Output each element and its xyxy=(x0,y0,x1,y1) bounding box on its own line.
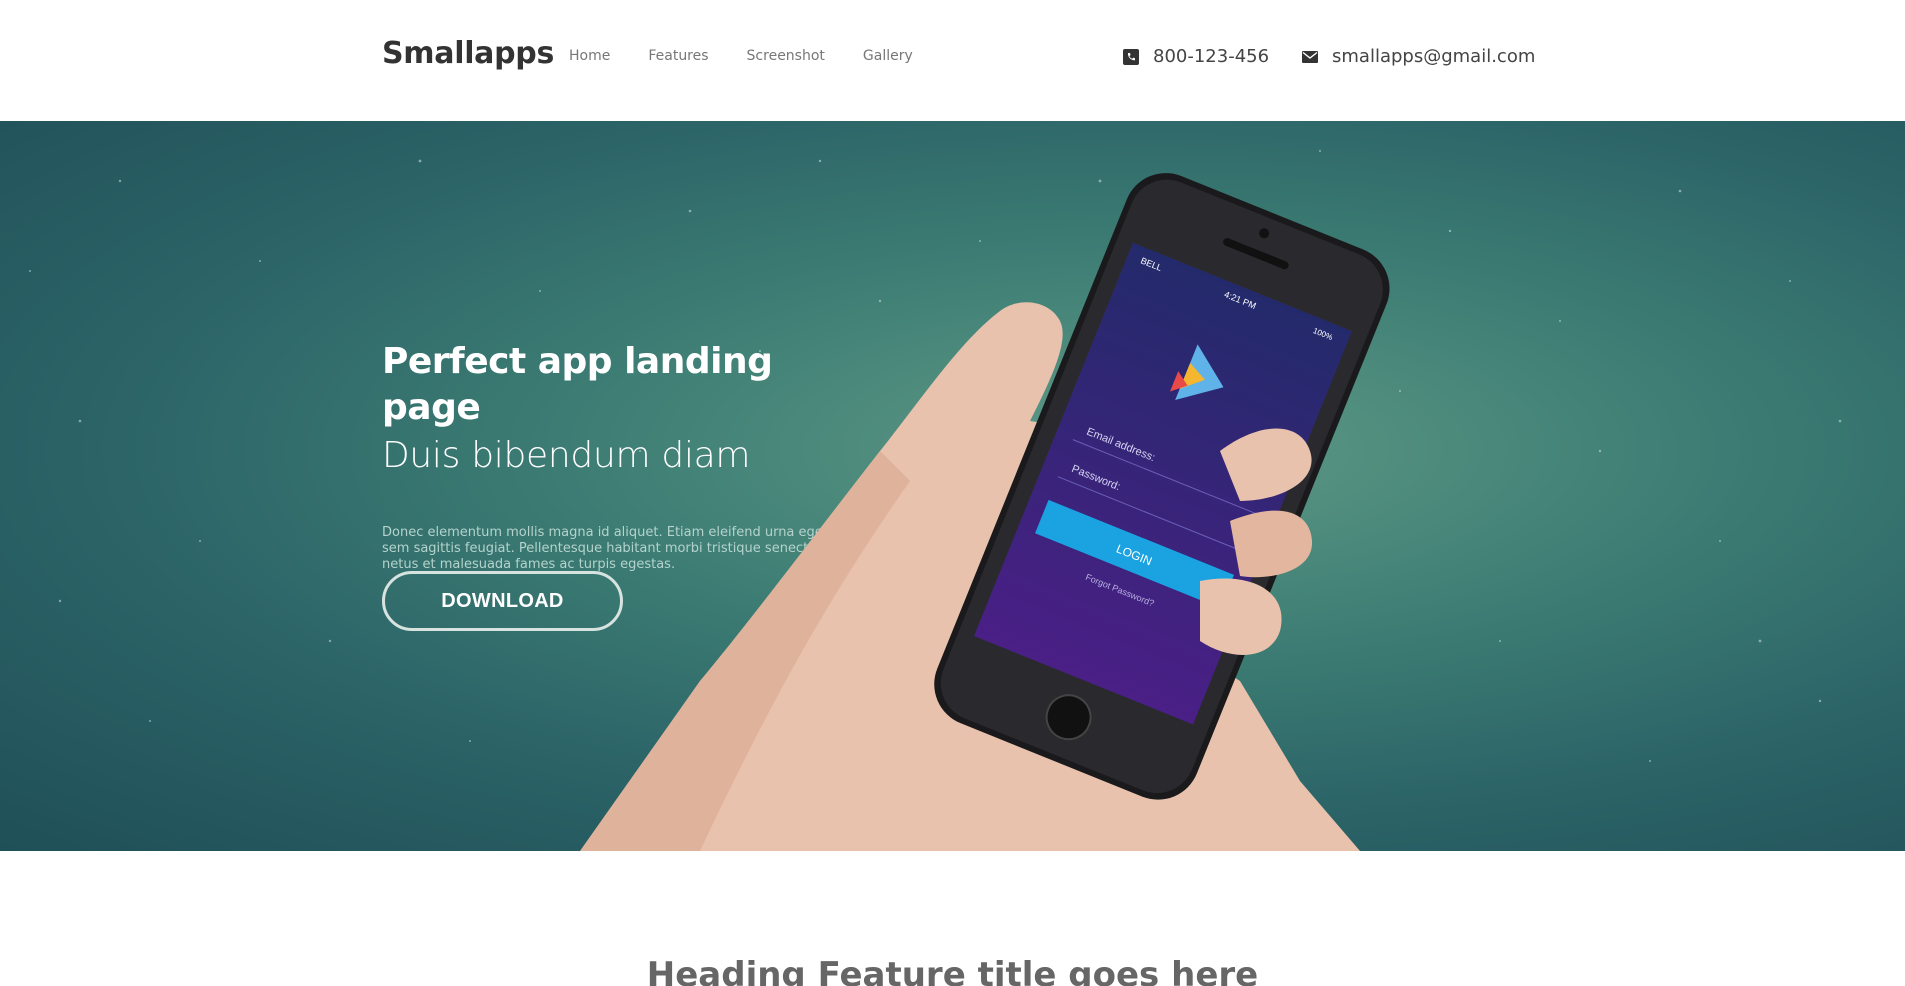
contact-email: smallapps@gmail.com xyxy=(1302,46,1535,67)
main-nav: Home Features Screenshot Gallery xyxy=(569,48,951,64)
email-address[interactable]: smallapps@gmail.com xyxy=(1332,46,1535,67)
brand-logo[interactable]: Smallapps xyxy=(382,36,554,71)
contact-phone: 800-123-456 xyxy=(1123,46,1269,67)
phone-number[interactable]: 800-123-456 xyxy=(1153,46,1269,67)
site-header: Smallapps Home Features Screenshot Galle… xyxy=(0,0,1905,121)
download-button[interactable]: DOWNLOAD xyxy=(382,571,623,631)
envelope-icon xyxy=(1302,50,1318,63)
nav-screenshot[interactable]: Screenshot xyxy=(747,48,825,64)
phone-icon xyxy=(1123,48,1139,65)
feature-heading: Heading Feature title goes here xyxy=(646,955,1259,986)
hero-section: Perfect app landing page Duis bibendum d… xyxy=(0,121,1905,851)
nav-gallery[interactable]: Gallery xyxy=(863,48,913,64)
nav-home[interactable]: Home xyxy=(569,48,610,64)
nav-features[interactable]: Features xyxy=(648,48,708,64)
phone-in-hand-image: BELL 4:21 PM 100% Email address: Passwor… xyxy=(580,173,1390,851)
